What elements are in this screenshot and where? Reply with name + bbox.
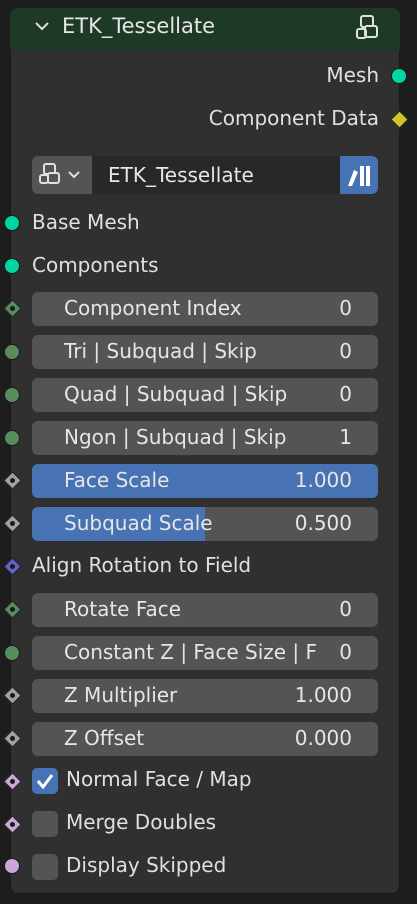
component-index-value: 0 bbox=[339, 296, 352, 320]
node-group-icon[interactable] bbox=[355, 14, 383, 42]
constant-z-label: Constant Z | Face Size | F bbox=[64, 640, 318, 664]
quad-subquad-skip-field[interactable]: Quad | Subquad | Skip 0 bbox=[32, 378, 378, 412]
display-skipped-checkbox[interactable] bbox=[32, 854, 58, 880]
node-header[interactable]: ETK_Tessellate bbox=[10, 8, 400, 50]
tri-subquad-skip-value: 0 bbox=[339, 339, 352, 363]
subquad-scale-slider[interactable]: Subquad Scale 0.500 bbox=[32, 507, 378, 541]
input-socket-base-mesh[interactable] bbox=[4, 215, 20, 231]
component-index-field[interactable]: Component Index 0 bbox=[32, 292, 378, 326]
display-skipped-label: Display Skipped bbox=[66, 853, 227, 877]
input-socket-ngon[interactable] bbox=[4, 430, 20, 446]
ngon-subquad-skip-field[interactable]: Ngon | Subquad | Skip 1 bbox=[32, 421, 378, 455]
browse-node-group-button[interactable] bbox=[32, 156, 92, 194]
constant-z-value: 0 bbox=[339, 640, 352, 664]
tri-subquad-skip-field[interactable]: Tri | Subquad | Skip 0 bbox=[32, 335, 378, 369]
z-multiplier-value: 1.000 bbox=[294, 683, 352, 707]
z-offset-label: Z Offset bbox=[64, 726, 145, 750]
output-socket-mesh[interactable] bbox=[391, 68, 407, 84]
quad-subquad-skip-label: Quad | Subquad | Skip bbox=[64, 382, 288, 406]
input-socket-constant-z[interactable] bbox=[4, 645, 20, 661]
merge-doubles-label: Merge Doubles bbox=[66, 810, 217, 834]
z-multiplier-field[interactable]: Z Multiplier 1.000 bbox=[32, 679, 378, 713]
ngon-subquad-skip-value: 1 bbox=[339, 425, 352, 449]
subquad-scale-label: Subquad Scale bbox=[64, 511, 213, 535]
face-scale-label: Face Scale bbox=[64, 468, 170, 492]
z-offset-value: 0.000 bbox=[294, 726, 352, 750]
normal-face-map-checkbox[interactable] bbox=[32, 768, 58, 794]
chevron-down-icon[interactable] bbox=[32, 16, 52, 36]
merge-doubles-checkbox[interactable] bbox=[32, 811, 58, 837]
input-base-mesh-label: Base Mesh bbox=[32, 210, 140, 234]
constant-z-field[interactable]: Constant Z | Face Size | F 0 bbox=[32, 636, 378, 670]
face-scale-value: 1.000 bbox=[294, 468, 352, 492]
input-socket-quad[interactable] bbox=[4, 387, 20, 403]
input-components-label: Components bbox=[32, 253, 159, 277]
node-group-name[interactable]: ETK_Tessellate bbox=[108, 163, 254, 187]
align-rotation-label: Align Rotation to Field bbox=[32, 553, 252, 577]
fake-user-button[interactable] bbox=[340, 156, 378, 194]
tri-subquad-skip-label: Tri | Subquad | Skip bbox=[64, 339, 257, 363]
subquad-scale-value: 0.500 bbox=[294, 511, 352, 535]
rotate-face-label: Rotate Face bbox=[64, 597, 182, 621]
node-title: ETK_Tessellate bbox=[62, 14, 216, 38]
component-index-label: Component Index bbox=[64, 296, 242, 320]
rotate-face-value: 0 bbox=[339, 597, 352, 621]
ngon-subquad-skip-label: Ngon | Subquad | Skip bbox=[64, 425, 287, 449]
input-socket-components[interactable] bbox=[4, 258, 20, 274]
output-mesh-label: Mesh bbox=[326, 63, 379, 87]
node-group-selector: ETK_Tessellate bbox=[32, 156, 378, 194]
rotate-face-field[interactable]: Rotate Face 0 bbox=[32, 593, 378, 627]
normal-face-map-label: Normal Face / Map bbox=[66, 767, 252, 791]
checkmark-icon bbox=[36, 774, 54, 790]
output-component-data-label: Component Data bbox=[208, 106, 379, 130]
face-scale-slider[interactable]: Face Scale 1.000 bbox=[32, 464, 378, 498]
quad-subquad-skip-value: 0 bbox=[339, 382, 352, 406]
input-socket-tri[interactable] bbox=[4, 344, 20, 360]
z-offset-field[interactable]: Z Offset 0.000 bbox=[32, 722, 378, 756]
input-socket-display-skipped[interactable] bbox=[4, 858, 20, 874]
z-multiplier-label: Z Multiplier bbox=[64, 683, 178, 707]
